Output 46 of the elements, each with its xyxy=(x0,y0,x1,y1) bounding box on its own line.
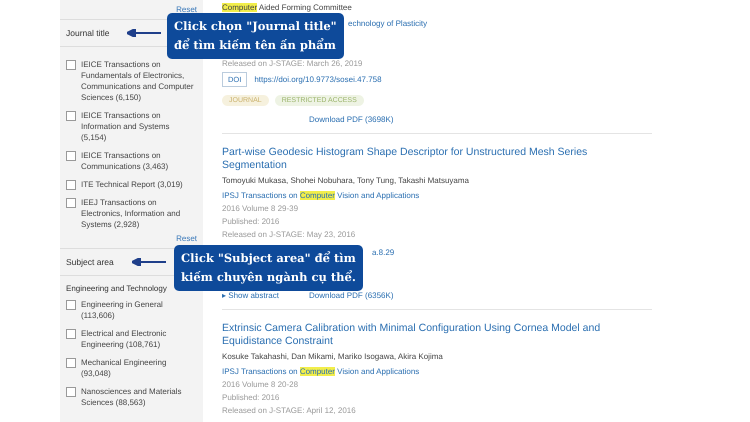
authors-text: Tomoyuki Mukasa, Shohei Nobuhara, Tony Tung, Takashi Matsuyama xyxy=(222,175,469,187)
checkbox[interactable] xyxy=(66,329,76,339)
filter-title[interactable]: Subject area xyxy=(66,257,114,267)
release-date: Released on J-STAGE: March 26, 2019 xyxy=(222,58,362,70)
filter-option[interactable]: ITE Technical Report (3,019) xyxy=(81,179,183,190)
filter-option[interactable]: IEEJ Transactions on Electronics, Information and Systems (2,928) xyxy=(81,197,197,230)
filter-title[interactable]: Journal title xyxy=(66,28,110,38)
checkbox[interactable] xyxy=(66,180,76,190)
checkbox[interactable] xyxy=(66,60,76,70)
filter-option[interactable]: Nanosciences and Materials Sciences (88,563) xyxy=(81,386,197,408)
filter-option[interactable]: IEICE Transactions on Information and Systems (5,154) xyxy=(81,110,197,143)
checkbox[interactable] xyxy=(66,198,76,208)
journal-link[interactable]: echnology of Plasticity xyxy=(348,17,428,30)
volume-text: 2016 Volume 8 20-28 xyxy=(222,379,298,391)
affiliation-text: Computer Aided Forming Committee xyxy=(222,2,352,14)
checkbox[interactable] xyxy=(66,300,76,310)
checkbox[interactable] xyxy=(66,358,76,368)
release-date: Released on J-STAGE: April 12, 2016 xyxy=(222,405,356,417)
doi-link[interactable]: https://doi.org/10.9773/sosei.47.758 xyxy=(254,75,382,84)
left-arrow-icon xyxy=(132,258,166,266)
filter-option[interactable]: Engineering in General (113,606) xyxy=(81,299,197,321)
article-title-link[interactable]: Extrinsic Camera Calibration with Minimal Configuration Using Cornea Model and Equidistance Constraint xyxy=(222,322,652,350)
published-date: Published: 2016 xyxy=(222,216,280,228)
journal-link[interactable]: IPSJ Transactions on Computer Vision and Applications xyxy=(222,189,420,202)
instruction-callout: Click "Subject area" để tìm kiếm chuyên ngành cụ thể. xyxy=(174,245,363,291)
reset-link[interactable]: Reset xyxy=(176,5,197,14)
filter-option[interactable]: Mechanical Engineering (93,048) xyxy=(81,357,197,379)
checkbox[interactable] xyxy=(66,151,76,161)
instruction-callout: Click chọn "Journal title" để tìm kiếm tên ấn phẩm xyxy=(167,13,344,59)
download-pdf-link[interactable]: Download PDF (6356K) xyxy=(309,291,394,300)
volume-text: 2016 Volume 8 29-39 xyxy=(222,203,298,215)
journal-link[interactable]: IPSJ Transactions on Computer Vision and Applications xyxy=(222,365,420,378)
authors-text: Kosuke Takahashi, Dan Mikami, Mariko Isogawa, Akira Kojima xyxy=(222,351,443,363)
download-pdf-link[interactable]: Download PDF (3698K) xyxy=(309,115,394,124)
left-arrow-icon xyxy=(127,29,162,37)
release-date: Released on J-STAGE: May 23, 2016 xyxy=(222,229,356,241)
reset-link[interactable]: Reset xyxy=(176,234,197,243)
filter-option[interactable]: IEICE Transactions on Communications (3,463) xyxy=(81,150,197,172)
show-abstract-link[interactable]: ▸ Show abstract xyxy=(222,291,309,300)
checkbox[interactable] xyxy=(66,387,76,397)
checkbox[interactable] xyxy=(66,111,76,121)
article-title-link[interactable]: Part-wise Geodesic Histogram Shape Descriptor for Unstructured Mesh Series Segmentation xyxy=(222,146,652,174)
filter-option[interactable]: IEICE Transactions on Fundamentals of Electronics, Communications and Computer Sciences (6,150) xyxy=(81,59,197,103)
published-date: Published: 2016 xyxy=(222,392,280,404)
doi-link[interactable]: a.8.29 xyxy=(372,246,394,259)
filter-option[interactable]: Electrical and Electronic Engineering (108,761) xyxy=(81,328,197,350)
